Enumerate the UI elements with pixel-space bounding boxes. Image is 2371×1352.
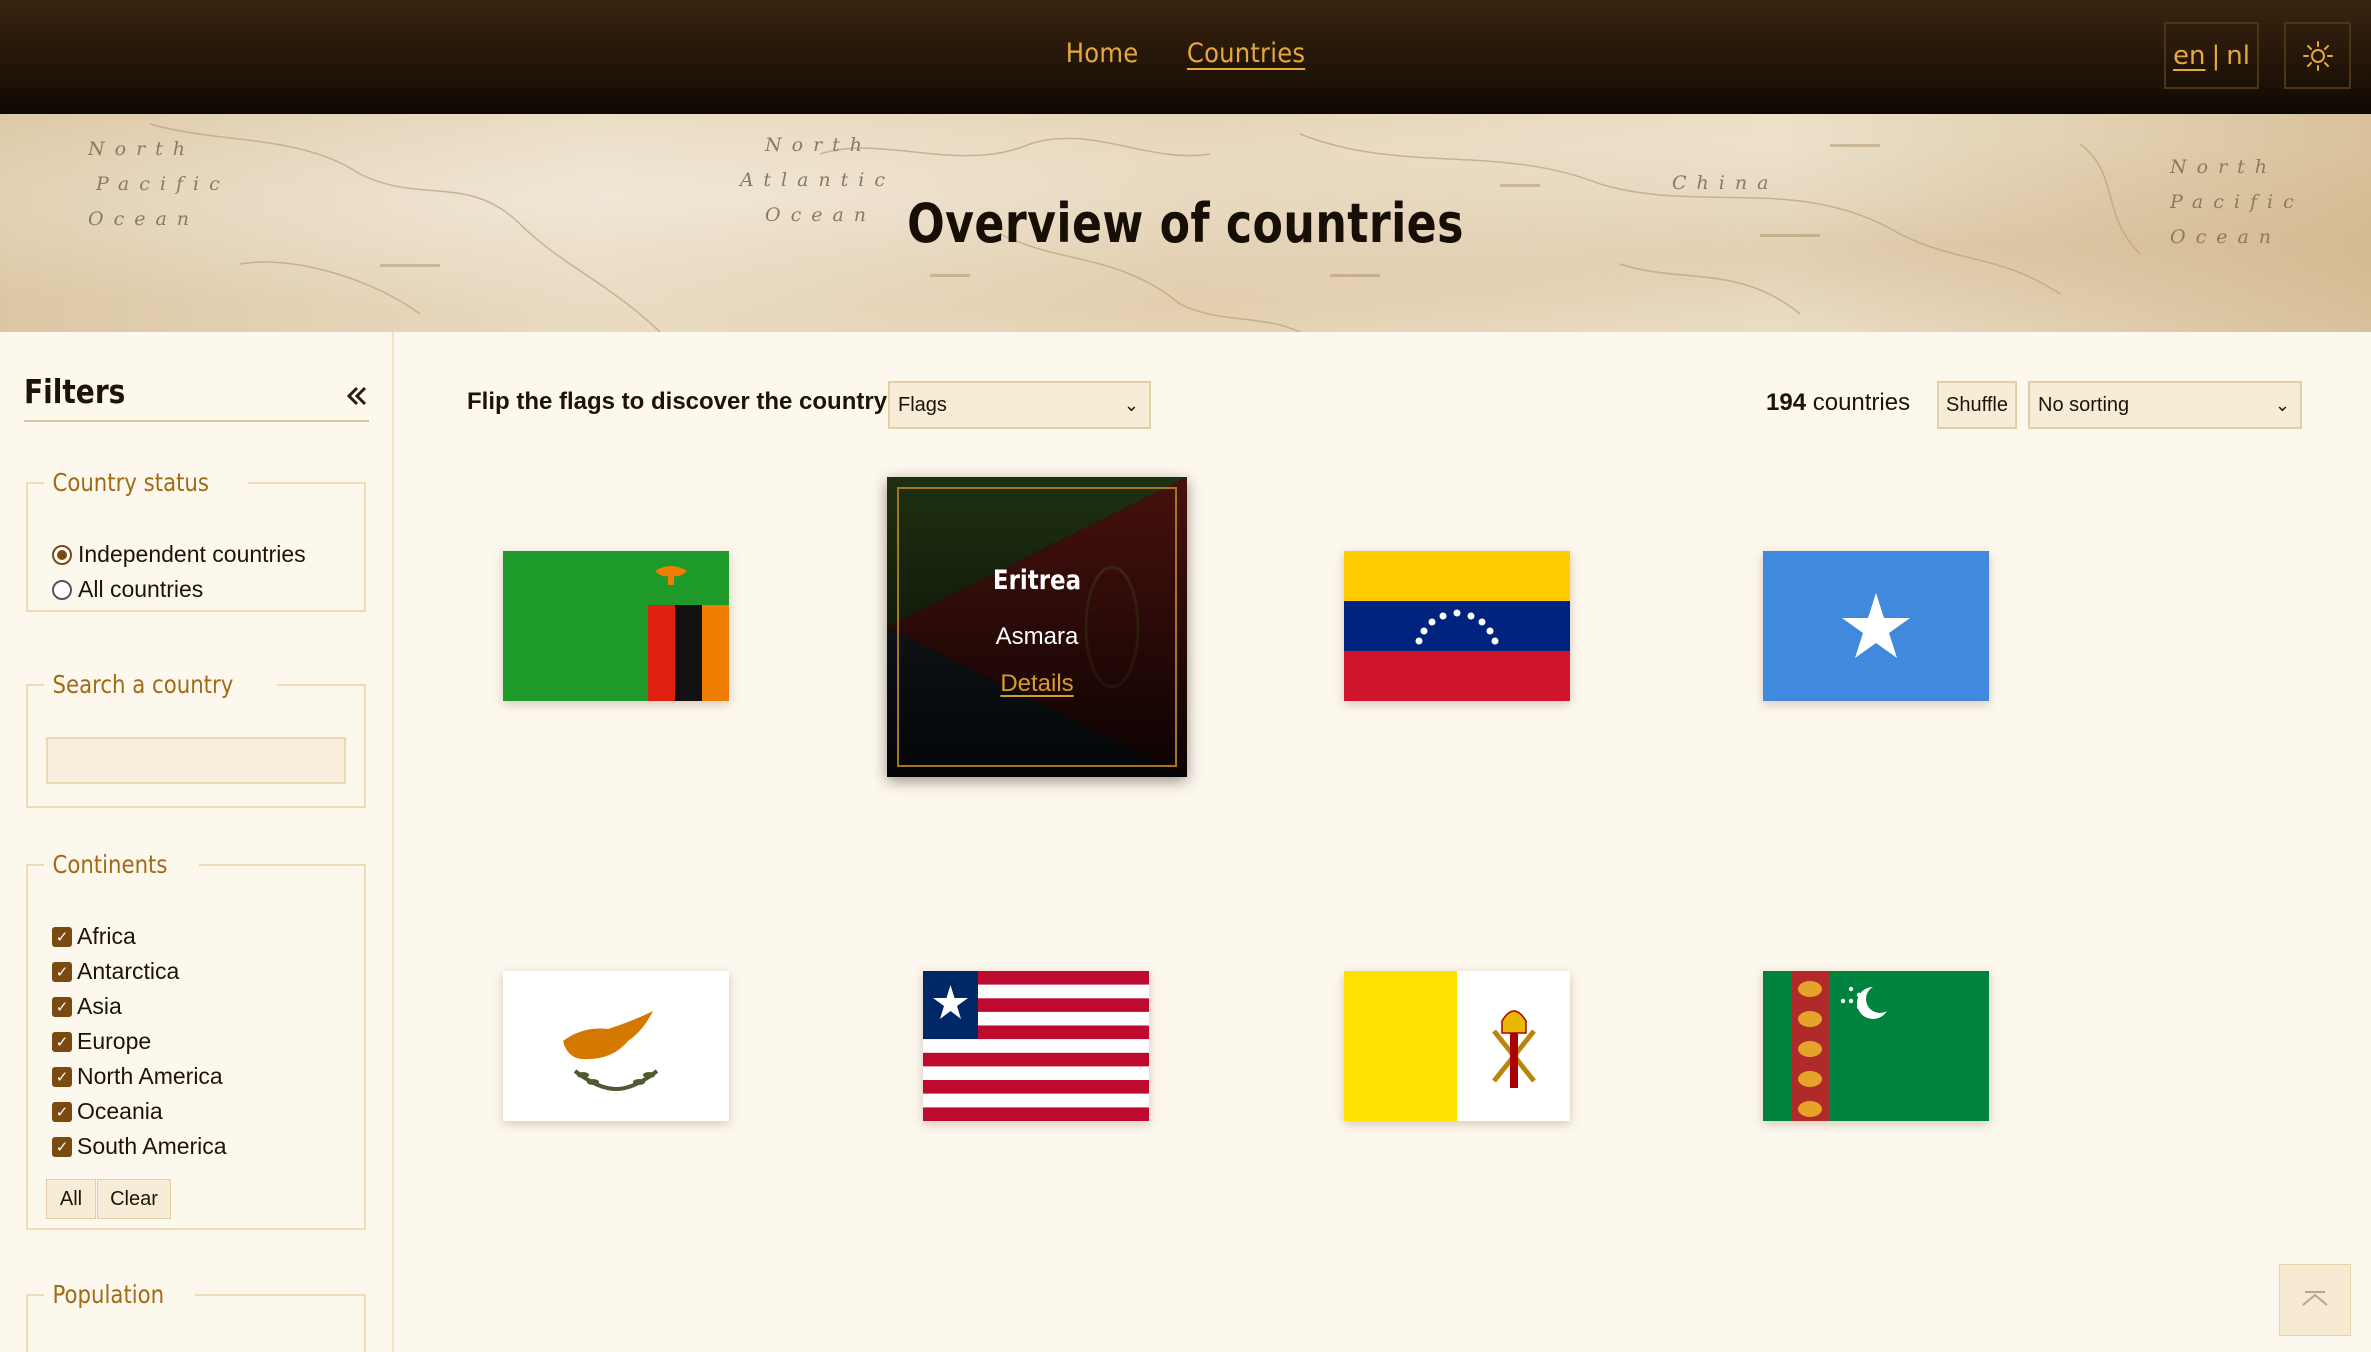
map-label-line: North [88,138,196,160]
continents-legend: Continents [52,850,168,879]
checkbox-checked[interactable]: ✓ [52,1031,72,1052]
top-navbar: Home Countries en | nl [0,0,2371,114]
search-country-input[interactable] [46,737,346,784]
display-mode-select[interactable]: Flags ⌄ [888,381,1151,429]
search-country-group: Search a country [26,670,366,808]
nav-countries-link[interactable]: Countries [1187,38,1305,69]
country-count-suffix: countries [1806,389,1911,416]
hero-banner: North Pacific Ocean North Atlantic Ocean… [0,114,2371,332]
checkbox-checked[interactable]: ✓ [52,1066,72,1087]
map-label-line: Pacific [2170,191,2304,213]
checkbox-checked[interactable]: ✓ [52,996,72,1017]
continent-checkbox-north-america[interactable]: ✓ North America [52,1059,227,1094]
chevron-down-icon: ⌄ [2274,395,2290,415]
country-status-legend: Country status [52,468,209,497]
continent-label: Africa [77,923,136,949]
theme-toggle-button[interactable] [2284,22,2351,89]
continents-group: Continents ✓ Africa ✓ Antarctica ✓ Asia ✓ Eu… [26,850,366,1230]
select-all-continents-button[interactable]: All [46,1179,96,1219]
status-option-all[interactable]: All countries [52,572,306,607]
map-label-north-pacific-left: North Pacific Ocean [88,132,230,237]
card-country-name: Eritrea [992,565,1082,596]
radio-button[interactable] [52,579,72,600]
continent-label: North America [77,1063,223,1089]
sort-select[interactable]: No sorting ⌄ [2028,381,2302,429]
checkbox-checked[interactable]: ✓ [52,1101,72,1122]
filters-header: Filters [24,372,369,422]
lang-en-link[interactable]: en [2173,41,2205,71]
nav-home-link[interactable]: Home [1066,38,1139,69]
chevron-down-icon: ⌄ [1123,395,1139,415]
sun-icon [2302,40,2333,71]
population-group: Population [26,1280,366,1352]
map-label-line: Pacific [96,173,230,195]
continent-label: Oceania [77,1098,163,1124]
map-label-line: Ocean [2170,226,2282,248]
somalia-flag-image [1763,551,1989,701]
flag-card-venezuela[interactable] [1344,551,1570,701]
checkbox-checked[interactable]: ✓ [52,961,72,982]
checkbox-checked[interactable]: ✓ [52,926,72,947]
flag-card-liberia[interactable] [923,971,1149,1121]
vatican-flag-image [1344,971,1570,1121]
zambia-flag-image [503,551,729,701]
map-label-line: North [2170,156,2278,178]
map-label-north-pacific-right: North Pacific Ocean [2170,150,2304,255]
continent-checkbox-europe[interactable]: ✓ Europe [52,1024,227,1059]
flag-card-vatican[interactable] [1344,971,1570,1121]
chevron-up-icon [2302,1291,2328,1306]
flag-card-eritrea-flipped[interactable]: Eritrea Asmara Details [887,477,1187,777]
card-details-link[interactable]: Details [887,670,1187,698]
status-option-independent[interactable]: Independent countries [52,537,306,572]
map-label-line: Ocean [88,208,200,230]
turkmenistan-flag-image [1763,971,1989,1121]
flag-card-turkmenistan[interactable] [1763,971,1989,1121]
status-option-label: All countries [78,576,204,602]
flip-instruction: Flip the flags to discover the country [467,388,888,415]
collapse-sidebar-button[interactable] [345,374,369,417]
status-option-label: Independent countries [78,541,306,567]
continent-label: Antarctica [77,958,180,984]
filters-title: Filters [24,372,126,411]
country-count: 194 countries [1766,389,1910,417]
display-mode-value: Flags [898,393,947,416]
shuffle-button[interactable]: Shuffle [1937,381,2017,429]
flag-card-somalia[interactable] [1763,551,1989,701]
radio-button[interactable] [52,544,72,565]
continent-checkbox-oceania[interactable]: ✓ Oceania [52,1094,227,1129]
flag-card-cyprus[interactable] [503,971,729,1121]
map-label-line: North [765,134,873,156]
cyprus-flag-image [503,971,729,1121]
clear-continents-button[interactable]: Clear [97,1179,171,1219]
filters-sidebar: Filters Country status Independent count… [0,332,394,1352]
continent-label: Asia [77,993,122,1019]
scroll-to-top-button[interactable] [2279,1264,2351,1336]
language-switcher: en | nl [2164,22,2259,89]
continent-label: Europe [77,1028,152,1054]
population-legend: Population [52,1280,165,1309]
country-count-number: 194 [1766,389,1807,416]
country-status-group: Country status Independent countries All… [26,468,366,612]
double-chevron-left-icon [346,386,367,406]
search-country-legend: Search a country [52,670,234,699]
liberia-flag-image [923,971,1149,1121]
sort-value: No sorting [2038,393,2130,416]
checkbox-checked[interactable]: ✓ [52,1136,72,1157]
continent-checkbox-antarctica[interactable]: ✓ Antarctica [52,954,227,989]
lang-separator: | [2211,40,2221,71]
flag-card-zambia[interactable] [503,551,729,701]
continent-checkbox-asia[interactable]: ✓ Asia [52,989,227,1024]
continent-checkbox-south-america[interactable]: ✓ South America [52,1129,227,1164]
continent-checkbox-africa[interactable]: ✓ Africa [52,919,227,954]
page-title: Overview of countries [907,192,1464,255]
card-capital: Asmara [995,623,1079,650]
venezuela-flag-image [1344,551,1570,701]
main-nav: Home Countries [0,38,2371,69]
lang-nl-link[interactable]: nl [2226,41,2250,71]
continent-label: South America [77,1133,227,1159]
